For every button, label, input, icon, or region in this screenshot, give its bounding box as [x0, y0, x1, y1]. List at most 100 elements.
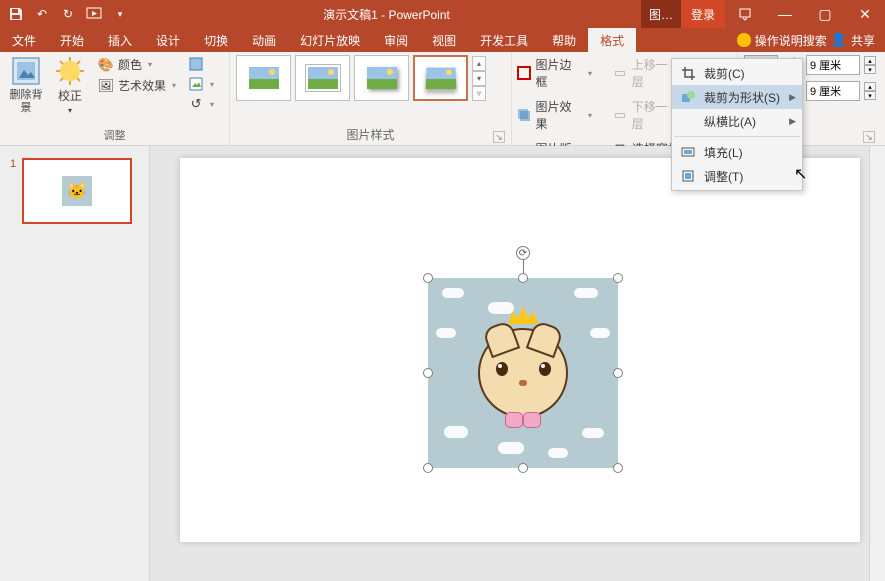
quick-access-toolbar: ↶ ↻ ▾: [0, 2, 132, 26]
bring-forward-icon: ▭: [612, 65, 628, 81]
gallery-more-icon[interactable]: ▿: [472, 86, 486, 101]
tell-me-search[interactable]: 操作说明搜索: [737, 32, 827, 49]
menu-fit[interactable]: 调整(T): [672, 164, 802, 188]
corrections-button[interactable]: 校正▾: [50, 55, 90, 117]
tab-dev[interactable]: 开发工具: [468, 28, 540, 52]
reset-picture-button[interactable]: ↺▾: [184, 95, 218, 113]
tab-view[interactable]: 视图: [420, 28, 468, 52]
resize-handle-br[interactable]: [613, 463, 623, 473]
border-icon: [516, 65, 532, 81]
vertical-scrollbar[interactable]: [869, 146, 885, 581]
context-tab-label: 图…: [641, 0, 681, 28]
window-controls: ― ▢ ✕: [725, 0, 885, 28]
reset-icon: ↺: [188, 96, 204, 112]
fill-icon: [680, 144, 696, 160]
change-picture-button[interactable]: ▾: [184, 75, 218, 93]
ribbon-options-icon[interactable]: [725, 0, 765, 28]
submenu-arrow-icon: ▶: [789, 92, 796, 103]
tab-format[interactable]: 格式: [588, 28, 636, 52]
submenu-arrow-icon: ▶: [789, 116, 796, 127]
change-picture-icon: [188, 76, 204, 92]
selected-image[interactable]: ⟳: [428, 278, 618, 468]
close-icon[interactable]: ✕: [845, 0, 885, 28]
effects-icon: [516, 107, 532, 123]
height-down-icon[interactable]: ▾: [864, 65, 876, 74]
resize-handle-mr[interactable]: [613, 368, 623, 378]
artistic-effects-button[interactable]: 🖼艺术效果▾: [94, 76, 180, 95]
styles-launcher-icon[interactable]: ↘: [493, 131, 505, 143]
resize-handle-bl[interactable]: [423, 463, 433, 473]
share-label: 共享: [851, 32, 875, 49]
qat-customize-icon[interactable]: ▾: [108, 2, 132, 26]
menu-separator: [674, 136, 800, 137]
share-icon: 👤: [831, 32, 847, 48]
picture-border-button[interactable]: 图片边框▾: [512, 55, 596, 91]
style-item-4[interactable]: [413, 55, 468, 101]
slide[interactable]: ⟳: [180, 158, 860, 542]
ribbon-tabs: 文件 开始 插入 设计 切换 动画 幻灯片放映 审阅 视图 开发工具 帮助 格式…: [0, 28, 885, 52]
thumbnail-image: 🐱: [62, 176, 92, 206]
resize-handle-bm[interactable]: [518, 463, 528, 473]
compress-button[interactable]: [184, 55, 218, 73]
gallery-up-icon[interactable]: ▴: [472, 56, 486, 71]
maximize-icon[interactable]: ▢: [805, 0, 845, 28]
rotation-line: [523, 260, 524, 274]
crop-shape-icon: [680, 89, 696, 105]
width-up-icon[interactable]: ▴: [864, 82, 876, 91]
tab-transition[interactable]: 切换: [192, 28, 240, 52]
tab-home[interactable]: 开始: [48, 28, 96, 52]
thumbnail-panel: 1 🐱: [0, 146, 150, 581]
slide-canvas-area[interactable]: ⟳: [150, 146, 869, 581]
window-title: 演示文稿1 - PowerPoint: [132, 6, 641, 23]
resize-handle-tm[interactable]: [518, 273, 528, 283]
tab-animation[interactable]: 动画: [240, 28, 288, 52]
size-launcher-icon[interactable]: ↘: [863, 131, 875, 143]
resize-handle-tr[interactable]: [613, 273, 623, 283]
picture-styles-gallery[interactable]: ▴ ▾ ▿: [236, 55, 486, 101]
gallery-down-icon[interactable]: ▾: [472, 71, 486, 86]
login-button[interactable]: 登录: [681, 0, 725, 28]
group-label-styles: 图片样式↘: [236, 126, 505, 145]
fit-icon: [680, 168, 696, 184]
redo-icon[interactable]: ↻: [56, 2, 80, 26]
lightbulb-icon: [737, 33, 751, 47]
cat-face: [478, 328, 568, 418]
resize-handle-tl[interactable]: [423, 273, 433, 283]
width-down-icon[interactable]: ▾: [864, 91, 876, 100]
workspace: 1 🐱: [0, 146, 885, 581]
menu-aspect-ratio[interactable]: 纵横比(A)▶: [672, 109, 802, 133]
tab-design[interactable]: 设计: [144, 28, 192, 52]
style-item-1[interactable]: [236, 55, 291, 101]
tab-slideshow[interactable]: 幻灯片放映: [288, 28, 372, 52]
menu-fill[interactable]: 填充(L): [672, 140, 802, 164]
picture-effects-button[interactable]: 图片效果▾: [512, 97, 596, 133]
menu-crop-to-shape[interactable]: 裁剪为形状(S)▶: [672, 85, 802, 109]
menu-crop[interactable]: 裁剪(C): [672, 61, 802, 85]
start-slideshow-icon[interactable]: [82, 2, 106, 26]
resize-handle-ml[interactable]: [423, 368, 433, 378]
crop-dropdown-menu: 裁剪(C) 裁剪为形状(S)▶ 纵横比(A)▶ 填充(L) 调整(T): [671, 58, 803, 191]
color-button[interactable]: 🎨颜色▾: [94, 55, 180, 74]
tab-help[interactable]: 帮助: [540, 28, 588, 52]
height-input[interactable]: [806, 55, 860, 75]
send-backward-icon: ▭: [612, 107, 628, 123]
share-button[interactable]: 👤共享: [831, 32, 875, 49]
title-bar: ↶ ↻ ▾ 演示文稿1 - PowerPoint 图… 登录 ― ▢ ✕: [0, 0, 885, 28]
remove-background-button[interactable]: 删除背景: [6, 55, 46, 115]
tab-file[interactable]: 文件: [0, 28, 48, 52]
tab-review[interactable]: 审阅: [372, 28, 420, 52]
width-input[interactable]: [806, 81, 860, 101]
height-up-icon[interactable]: ▴: [864, 56, 876, 65]
artistic-icon: 🖼: [98, 78, 114, 94]
slide-thumbnail-1[interactable]: 🐱: [22, 158, 132, 224]
rotation-handle[interactable]: ⟳: [516, 246, 530, 260]
undo-icon[interactable]: ↶: [30, 2, 54, 26]
thumbnail-number: 1: [10, 158, 16, 224]
color-icon: 🎨: [98, 57, 114, 73]
bow-decoration: [505, 412, 541, 428]
style-item-3[interactable]: [354, 55, 409, 101]
style-item-2[interactable]: [295, 55, 350, 101]
save-icon[interactable]: [4, 2, 28, 26]
minimize-icon[interactable]: ―: [765, 0, 805, 28]
tab-insert[interactable]: 插入: [96, 28, 144, 52]
